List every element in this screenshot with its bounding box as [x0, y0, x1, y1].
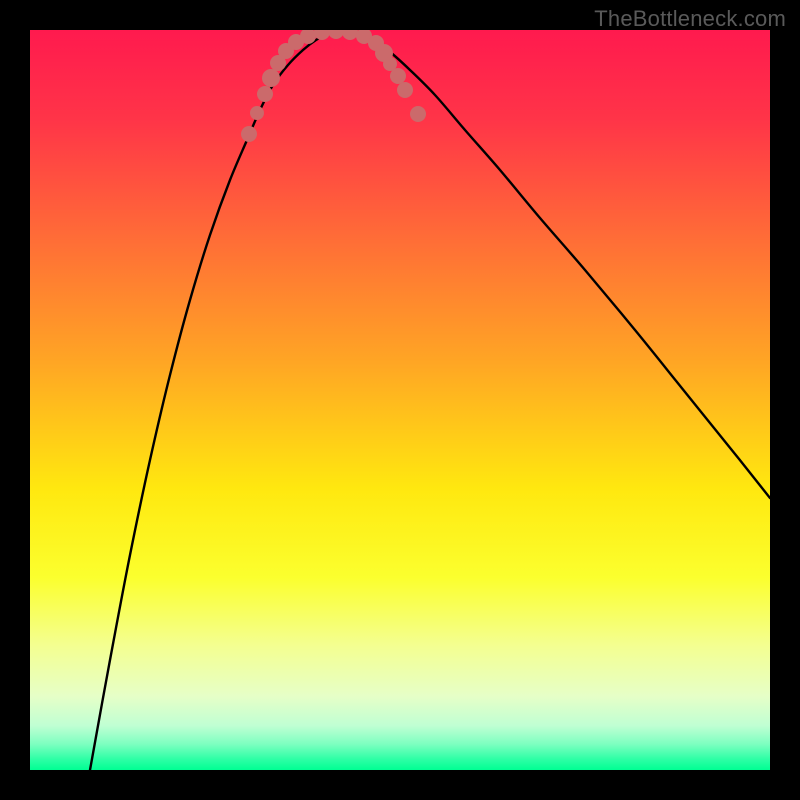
- bottleneck-curve: [90, 32, 770, 770]
- curve-marker: [262, 69, 280, 87]
- curve-marker: [257, 86, 273, 102]
- curve-layer: [30, 30, 770, 770]
- curve-marker: [397, 82, 413, 98]
- curve-marker: [390, 68, 406, 84]
- curve-marker: [410, 106, 426, 122]
- curve-marker: [342, 30, 358, 40]
- curve-marker: [250, 106, 264, 120]
- curve-markers: [241, 30, 426, 142]
- watermark-text: TheBottleneck.com: [594, 6, 786, 32]
- curve-marker: [241, 126, 257, 142]
- chart-frame: [30, 30, 770, 770]
- curve-marker: [328, 30, 344, 39]
